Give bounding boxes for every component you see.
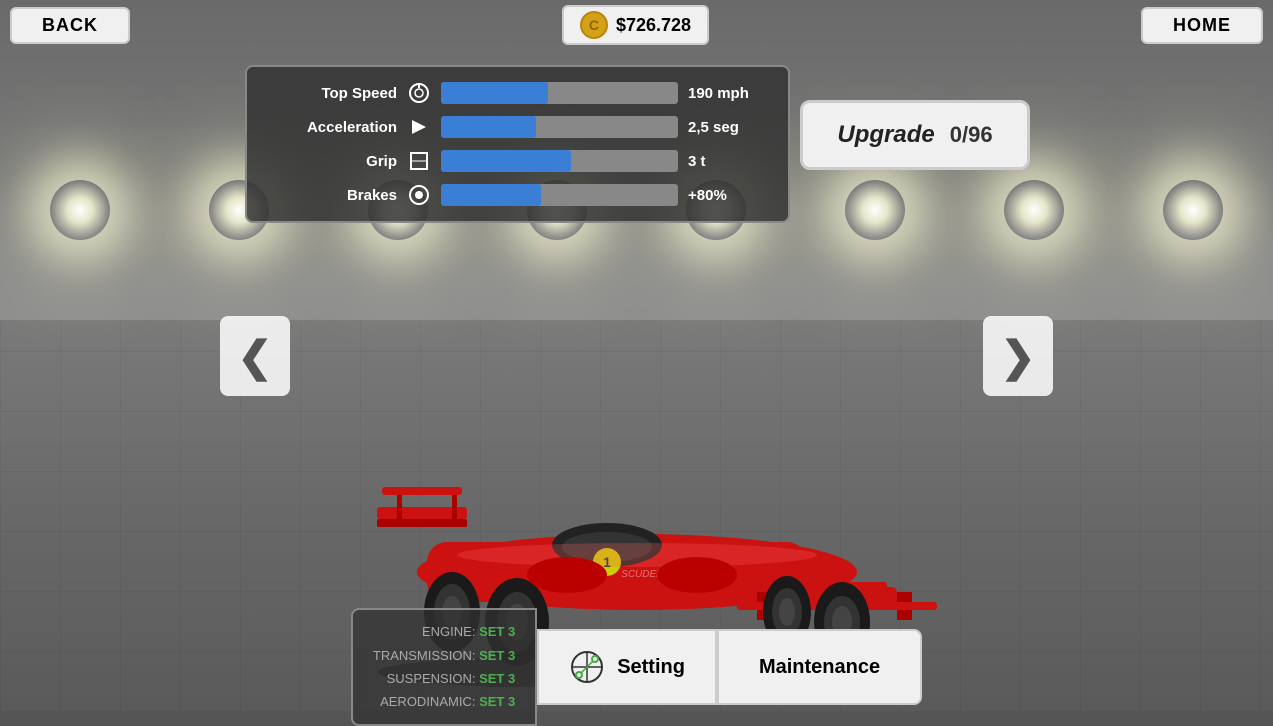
upgrade-label: Upgrade — [837, 121, 934, 149]
transmission-config: TRANSMISSION: SET 3 — [373, 644, 515, 667]
stat-bar-bg-topspeed — [441, 82, 678, 104]
suspension-value: SET 3 — [479, 671, 515, 686]
acceleration-icon — [407, 115, 431, 139]
upgrade-count: 0/96 — [950, 122, 993, 148]
suspension-config: SUSPENSION: SET 3 — [373, 667, 515, 690]
stats-panel: Top Speed 190 mph Acceleration 2,5 seg G… — [245, 65, 790, 223]
stat-value-brakes: +80% — [688, 187, 768, 204]
brakes-icon — [407, 183, 431, 207]
light-8 — [1163, 180, 1223, 240]
stat-bar-fill-brakes — [441, 184, 541, 206]
upgrade-button[interactable]: Upgrade 0/96 — [800, 100, 1030, 170]
light-1 — [50, 180, 110, 240]
setting-button[interactable]: Setting — [537, 629, 717, 705]
stat-label-acceleration: Acceleration — [267, 119, 397, 136]
stat-value-acceleration: 2,5 seg — [688, 119, 768, 136]
speed-icon — [407, 81, 431, 105]
engine-config: ENGINE: SET 3 — [373, 620, 515, 643]
coin-icon: C — [580, 11, 608, 39]
stat-bar-bg-acceleration — [441, 116, 678, 138]
car-config-info: ENGINE: SET 3 TRANSMISSION: SET 3 SUSPEN… — [351, 608, 537, 726]
light-6 — [845, 180, 905, 240]
stat-value-grip: 3 t — [688, 153, 768, 170]
stat-bar-bg-grip — [441, 150, 678, 172]
stat-label-topspeed: Top Speed — [267, 85, 397, 102]
setting-label: Setting — [617, 656, 685, 679]
stat-bar-fill-topspeed — [441, 82, 548, 104]
aerodinamic-value: SET 3 — [479, 694, 515, 709]
stat-value-topspeed: 190 mph — [688, 85, 768, 102]
currency-display: C $726.728 — [562, 5, 709, 45]
top-bar: BACK C $726.728 HOME — [0, 0, 1273, 50]
stat-row-topspeed: Top Speed 190 mph — [267, 81, 768, 105]
stat-row-brakes: Brakes +80% — [267, 183, 768, 207]
light-7 — [1004, 180, 1064, 240]
aerodinamic-config: AERODINAMIC: SET 3 — [373, 690, 515, 713]
prev-car-button[interactable]: ❮ — [220, 316, 290, 396]
maintenance-label: Maintenance — [759, 656, 880, 678]
currency-amount: $726.728 — [616, 15, 691, 36]
stat-bar-fill-grip — [441, 150, 571, 172]
maintenance-button[interactable]: Maintenance — [717, 629, 922, 705]
grip-icon — [407, 149, 431, 173]
setting-compass-icon — [569, 649, 605, 685]
right-arrow-icon: ❯ — [1000, 332, 1035, 381]
home-button[interactable]: HOME — [1141, 7, 1263, 44]
next-car-button[interactable]: ❯ — [983, 316, 1053, 396]
stat-label-brakes: Brakes — [267, 187, 397, 204]
stat-bar-bg-brakes — [441, 184, 678, 206]
engine-value: SET 3 — [479, 624, 515, 639]
stat-row-grip: Grip 3 t — [267, 149, 768, 173]
left-arrow-icon: ❮ — [237, 332, 272, 381]
stat-bar-fill-acceleration — [441, 116, 536, 138]
back-button[interactable]: BACK — [10, 7, 130, 44]
bottom-panel: ENGINE: SET 3 TRANSMISSION: SET 3 SUSPEN… — [0, 622, 1273, 712]
stat-label-grip: Grip — [267, 153, 397, 170]
stat-row-acceleration: Acceleration 2,5 seg — [267, 115, 768, 139]
transmission-value: SET 3 — [479, 648, 515, 663]
